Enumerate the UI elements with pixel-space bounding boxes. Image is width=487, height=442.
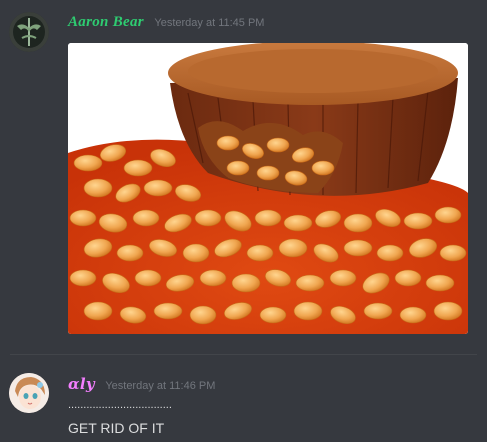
timestamp: Yesterday at 11:45 PM [154,17,265,29]
image-attachment[interactable] [68,43,468,334]
avatar[interactable] [9,373,49,413]
timestamp: Yesterday at 11:46 PM [105,380,216,392]
avatar-image [9,12,49,52]
message-header: Aaron Bear Yesterday at 11:45 PM [68,13,264,31]
username[interactable]: Aaron Bear [68,14,144,30]
message-aaron-bear: Aaron Bear Yesterday at 11:45 PM [0,0,487,350]
message-divider [10,354,477,355]
message-line-2: GET RID OF IT [68,420,165,436]
message-header: αly Yesterday at 11:46 PM [68,375,215,394]
avatar-image [9,373,49,413]
avatar[interactable] [9,12,49,52]
peanut-butter-cup-beans-image [68,43,468,334]
message-aly: αly Yesterday at 11:46 PM ..............… [0,360,487,442]
message-line-1: .................................. [68,399,172,411]
username[interactable]: αly [68,375,95,393]
